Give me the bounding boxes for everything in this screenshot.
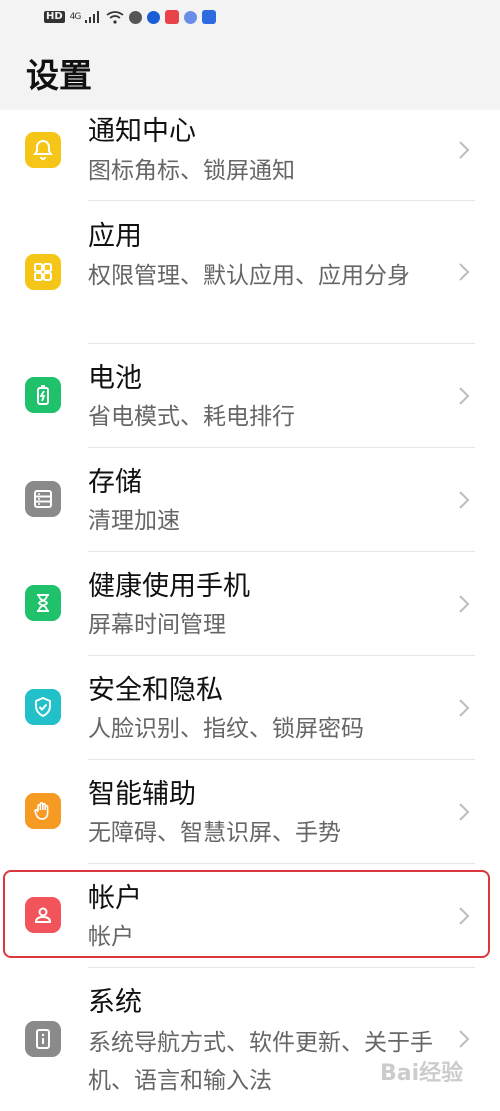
item-title: 存储: [88, 467, 142, 498]
battery-icon: [37, 385, 49, 405]
chevron-right-icon: [459, 387, 470, 405]
chevron-right-icon: [459, 803, 470, 821]
item-title: 通知中心: [88, 116, 196, 147]
app-notification-icon: [202, 10, 217, 24]
item-subtitle: 省电模式、耗电排行: [88, 404, 295, 430]
network-label: 4G: [69, 12, 82, 22]
item-subtitle: 图标角标、锁屏通知: [88, 158, 295, 184]
hourglass-icon: [37, 594, 49, 612]
apps-grid-icon: [34, 263, 52, 281]
chevron-right-icon: [459, 141, 470, 159]
settings-item-security-privacy[interactable]: 安全和隐私 人脸识别、指纹、锁屏密码: [0, 656, 500, 759]
item-title: 系统: [88, 987, 142, 1018]
assist-icon-box: [25, 793, 61, 829]
bell-icon: [33, 139, 53, 160]
item-subtitle: 清理加速: [88, 508, 180, 534]
app-notification-icon: [147, 10, 161, 24]
highlight-box: [3, 870, 490, 958]
apps-icon-box: [25, 254, 61, 290]
item-title: 安全和隐私: [88, 675, 223, 706]
app-notification-icon: [129, 10, 143, 24]
item-title: 应用: [88, 221, 142, 252]
shield-check-icon: [35, 696, 51, 718]
item-title: 健康使用手机: [88, 571, 250, 602]
settings-item-smart-assistance[interactable]: 智能辅助 无障碍、智慧识屏、手势: [0, 760, 500, 863]
settings-item-apps[interactable]: 应用 权限管理、默认应用、应用分身: [0, 201, 500, 343]
security-icon-box: [25, 689, 61, 725]
hand-icon: [34, 802, 49, 820]
hourglass-icon-box: [25, 585, 61, 621]
settings-item-notification-center[interactable]: 通知中心 图标角标、锁屏通知: [0, 110, 500, 200]
chevron-right-icon: [459, 595, 470, 613]
item-subtitle: 无障碍、智慧识屏、手势: [88, 820, 341, 846]
item-subtitle: 权限管理、默认应用、应用分身: [88, 263, 410, 289]
settings-item-battery[interactable]: 电池 省电模式、耗电排行: [0, 344, 500, 447]
app-notification-icon: [165, 10, 180, 24]
system-info-icon: [36, 1029, 50, 1049]
storage-icon-box: [25, 481, 61, 517]
page-header: 设置: [0, 38, 500, 110]
item-subtitle: 人脸识别、指纹、锁屏密码: [88, 716, 364, 742]
chevron-right-icon: [459, 699, 470, 717]
watermark: Bai经验: [380, 1061, 464, 1086]
system-icon-box: [25, 1021, 61, 1057]
settings-item-digital-balance[interactable]: 健康使用手机 屏幕时间管理: [0, 552, 500, 655]
notification-icon-box: [25, 132, 61, 168]
item-title: 智能辅助: [88, 779, 196, 810]
item-subtitle: 屏幕时间管理: [88, 612, 226, 638]
battery-icon-box: [25, 377, 61, 413]
status-icons: HD 4G: [44, 10, 217, 24]
settings-item-storage[interactable]: 存储 清理加速: [0, 448, 500, 551]
hd-badge: HD: [44, 11, 65, 23]
chevron-right-icon: [459, 1030, 470, 1048]
chevron-right-icon: [459, 263, 470, 281]
status-bar: HD 4G: [0, 0, 500, 38]
wifi-icon: [106, 10, 124, 24]
music-icon: [184, 10, 198, 24]
signal-icon: [85, 11, 100, 23]
storage-icon: [34, 490, 52, 508]
page-title: 设置: [26, 56, 92, 95]
item-title: 电池: [88, 363, 142, 394]
chevron-right-icon: [459, 491, 470, 509]
